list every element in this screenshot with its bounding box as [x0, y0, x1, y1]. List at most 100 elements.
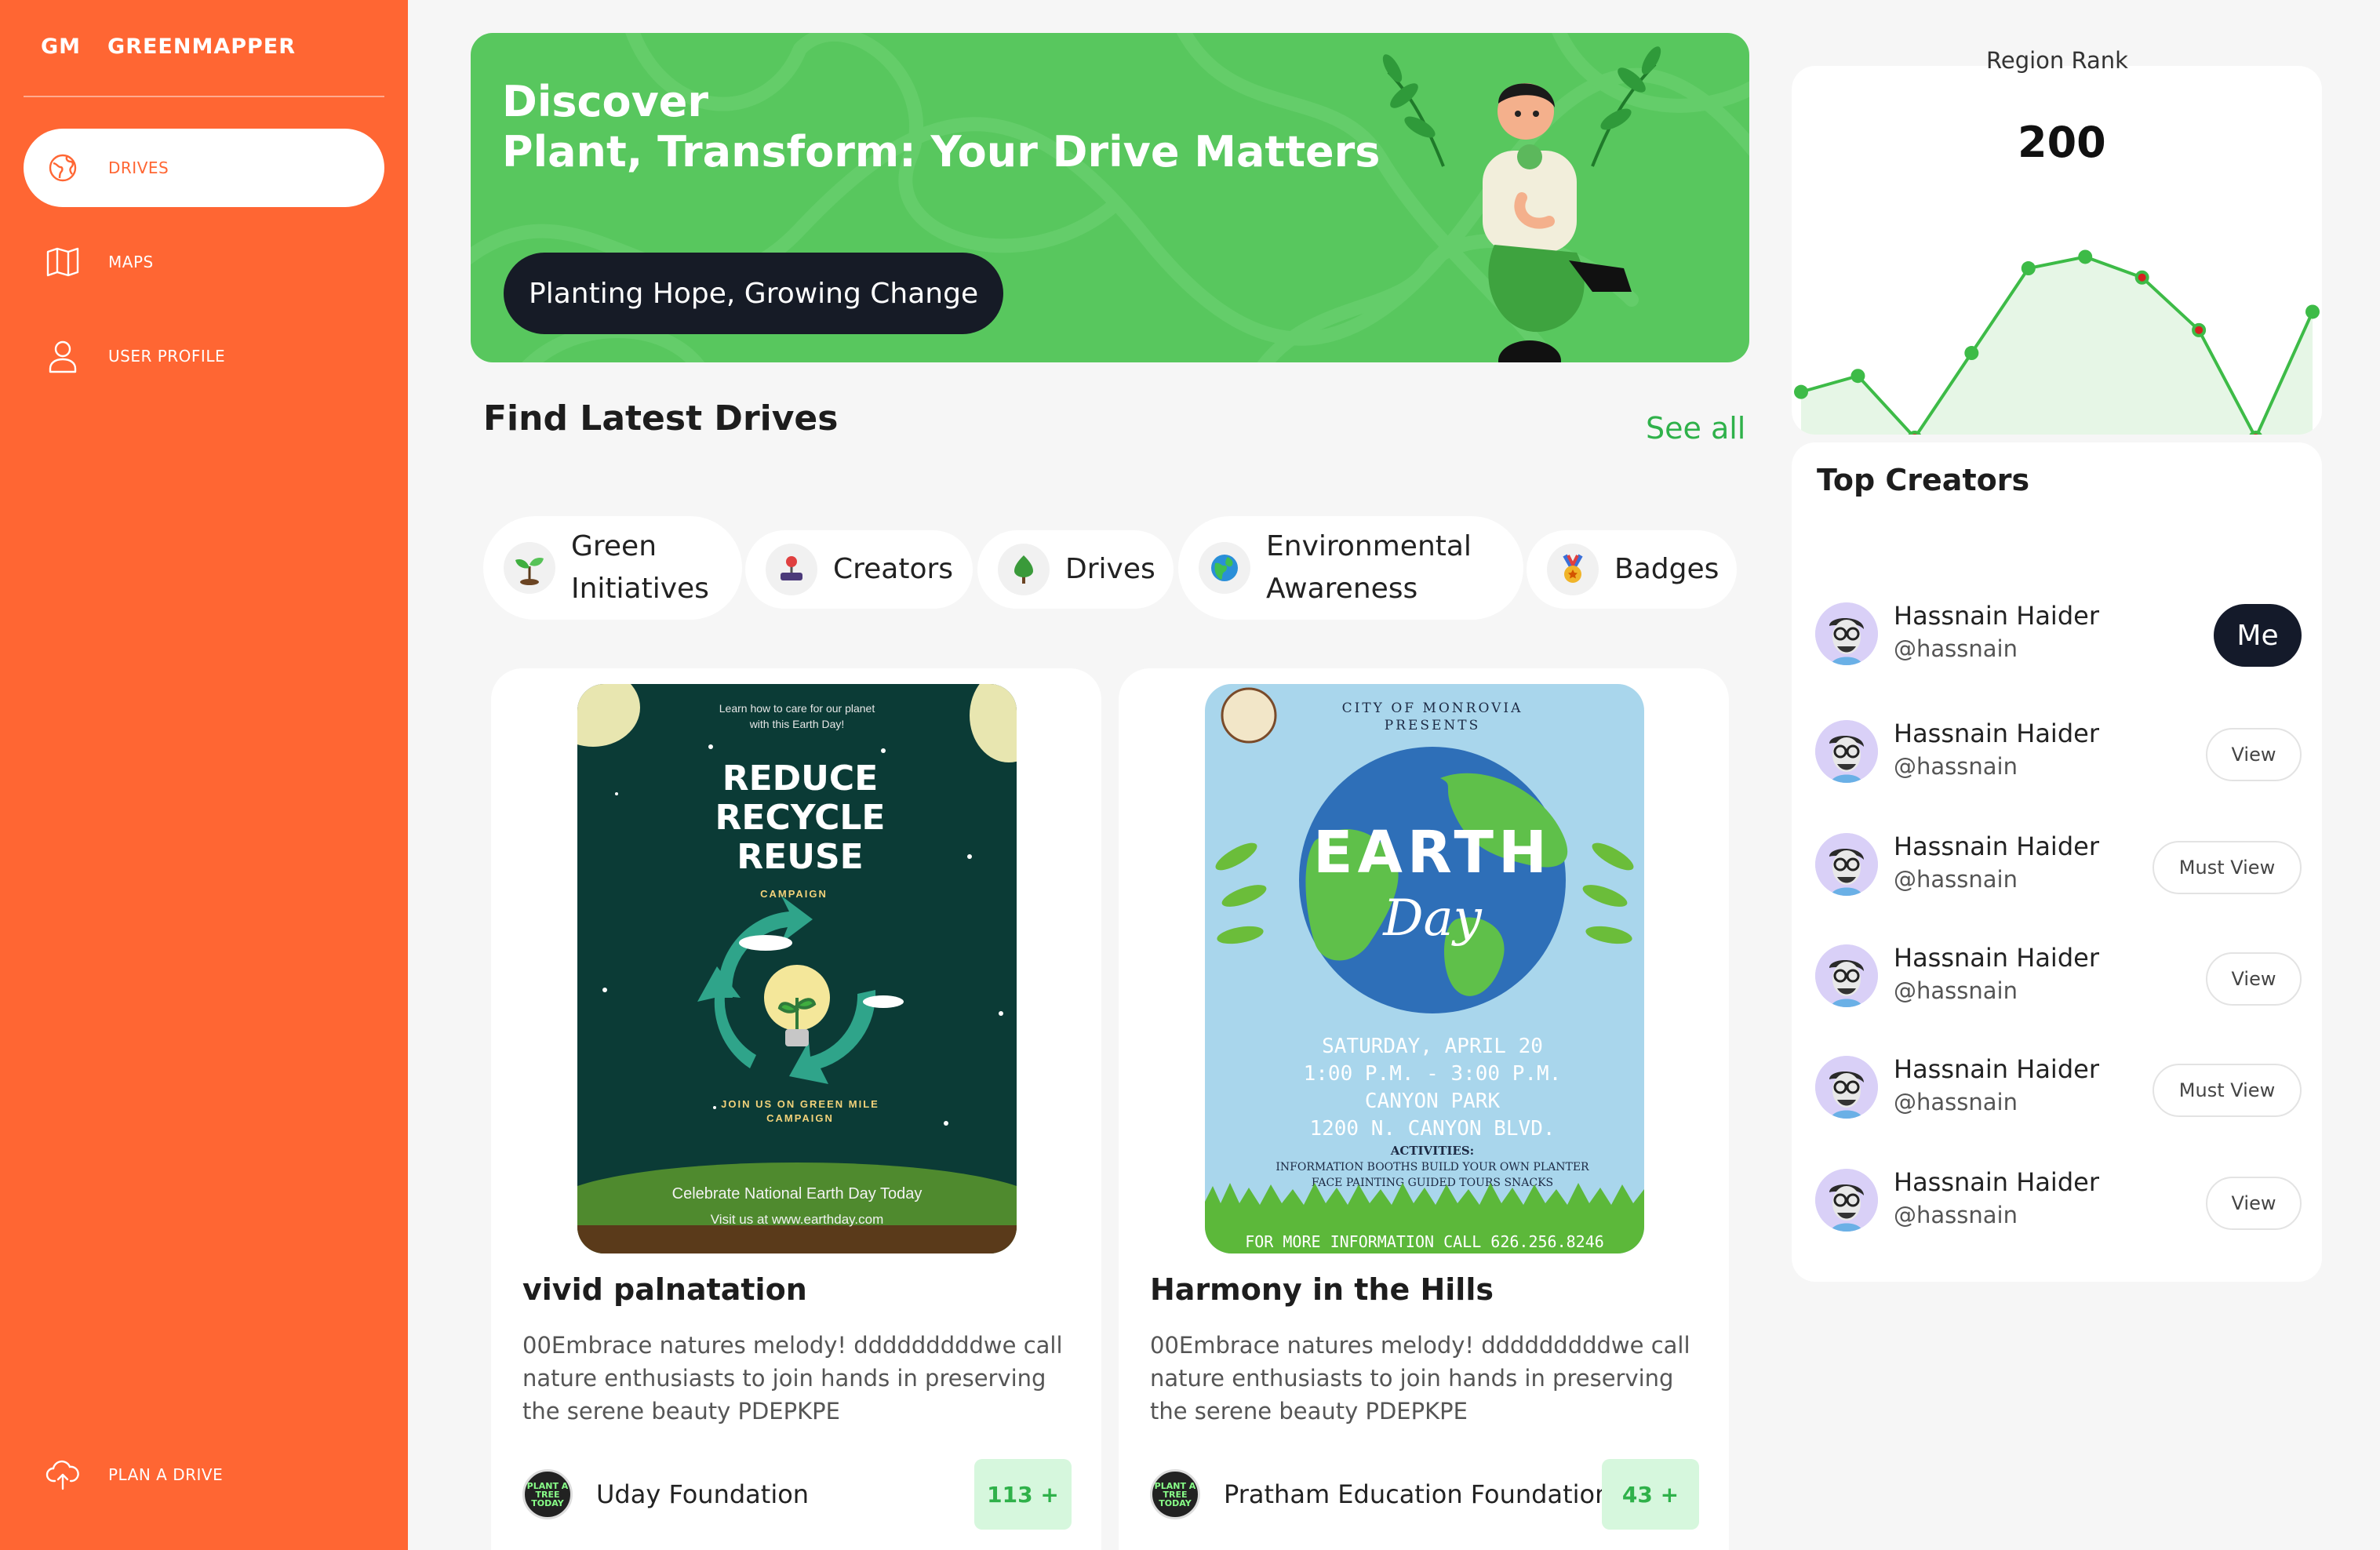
- drive-card[interactable]: Learn how to care for our planet with th…: [491, 668, 1101, 1550]
- sidebar-item-label: PLAN A DRIVE: [108, 1465, 224, 1484]
- poster-activities-2: FACE PAINTING GUIDED TOURS SNACKS: [1312, 1177, 1553, 1189]
- category-badges[interactable]: Badges: [1527, 530, 1737, 609]
- creator-handle: @hassnain: [1894, 866, 2018, 893]
- rank-point[interactable]: [2192, 322, 2207, 337]
- drive-poster-image: CITY OF MONROVIA PRESENTS EARTH Day SATU…: [1205, 684, 1644, 1253]
- creator-name[interactable]: Hassnain Haider: [1894, 719, 2099, 748]
- poster-activities-1: INFORMATION BOOTHS BUILD YOUR OWN PLANTE…: [1276, 1161, 1589, 1173]
- poster-address: 1200 N. CANYON BLVD.: [1309, 1117, 1555, 1141]
- top-creators-heading: Top Creators: [1817, 463, 2030, 497]
- creator-name[interactable]: Hassnain Haider: [1894, 1167, 2099, 1197]
- creator-row[interactable]: Hassnain Haider @hassnain View: [1815, 1161, 2302, 1239]
- sidebar: GM GREENMAPPER DRIVES MAPS USER PROFILE …: [0, 0, 408, 1550]
- poster-headline-2: RECYCLE: [715, 798, 886, 838]
- creator-row[interactable]: Hassnain Haider @hassnain View: [1815, 937, 2302, 1015]
- poster-headline-1: REDUCE: [722, 759, 879, 799]
- find-latest-drives-heading: Find Latest Drives: [483, 398, 839, 438]
- avatar[interactable]: [1815, 720, 1878, 783]
- person-with-plant-illustration: [1382, 46, 1661, 362]
- divider: [24, 96, 384, 97]
- creator-must-button[interactable]: Must View: [2153, 1064, 2302, 1117]
- creator-name[interactable]: Hassnain Haider: [1894, 1054, 2099, 1084]
- avatar[interactable]: [1815, 944, 1878, 1007]
- org-name[interactable]: Uday Foundation: [596, 1479, 809, 1509]
- poster-footer-1: Celebrate National Earth Day Today: [672, 1185, 923, 1203]
- avatar[interactable]: [1815, 1169, 1878, 1232]
- plan-a-drive-button[interactable]: PLAN A DRIVE: [24, 1435, 384, 1514]
- rank-point[interactable]: [2305, 304, 2320, 319]
- participants-count-badge[interactable]: 43 +: [1602, 1459, 1699, 1530]
- org-name[interactable]: Pratham Education Foundation: [1224, 1479, 1610, 1509]
- category-creators[interactable]: Creators: [745, 530, 973, 609]
- avatar[interactable]: [1815, 833, 1878, 896]
- drive-title[interactable]: vivid palnatation: [522, 1272, 807, 1307]
- creator-must-button[interactable]: Must View: [2153, 841, 2302, 894]
- drive-description: 00Embrace natures melody! dddddddddwe ca…: [1150, 1332, 1690, 1424]
- drive-title[interactable]: Harmony in the Hills: [1150, 1272, 1494, 1307]
- drive-footer: PLANT A TREE TODAY Pratham Education Fou…: [1150, 1459, 1699, 1530]
- drive-description: 00Embrace natures melody! dddddddddwe ca…: [522, 1332, 1063, 1424]
- poster-park: CANYON PARK: [1365, 1090, 1501, 1113]
- creator-row[interactable]: Hassnain Haider @hassnain View: [1815, 712, 2302, 791]
- rank-area: [1801, 257, 2313, 435]
- category-label: Environmental Awareness: [1266, 530, 1472, 605]
- creator-row[interactable]: Hassnain Haider @hassnain Must View: [1815, 1048, 2302, 1126]
- rank-point[interactable]: [1794, 384, 1808, 399]
- poster-earth: EARTH: [1313, 819, 1552, 886]
- globe-icon: [41, 152, 85, 184]
- creator-name[interactable]: Hassnain Haider: [1894, 601, 2099, 631]
- earth-icon: [1199, 542, 1250, 594]
- rank-point[interactable]: [2134, 270, 2149, 285]
- avatar[interactable]: [1815, 1056, 1878, 1119]
- creator-row[interactable]: Hassnain Haider @hassnain Must View: [1815, 825, 2302, 904]
- rank-point[interactable]: [2021, 261, 2036, 276]
- cloud-upload-icon: [41, 1457, 85, 1492]
- creator-name[interactable]: Hassnain Haider: [1894, 943, 2099, 973]
- creator-me-button[interactable]: Me: [2214, 604, 2302, 667]
- sidebar-item-drives[interactable]: DRIVES: [24, 129, 384, 207]
- see-all-link[interactable]: See all: [1646, 411, 1745, 446]
- creator-handle: @hassnain: [1894, 1202, 2018, 1228]
- creator-handle: @hassnain: [1894, 635, 2018, 662]
- poster-time: 1:00 P.M. - 3:00 P.M.: [1304, 1062, 1562, 1086]
- rank-point[interactable]: [1964, 346, 1979, 361]
- drive-card[interactable]: CITY OF MONROVIA PRESENTS EARTH Day SATU…: [1119, 668, 1729, 1550]
- creator-handle: @hassnain: [1894, 977, 2018, 1004]
- sidebar-item-user-profile[interactable]: USER PROFILE: [24, 317, 384, 395]
- avatar[interactable]: [1815, 602, 1878, 665]
- poster-presents: PRESENTS: [1385, 718, 1481, 733]
- rank-point[interactable]: [1908, 431, 1921, 435]
- category-label: Drives: [1065, 553, 1155, 585]
- category-label: Badges: [1614, 553, 1719, 585]
- banner-cta-button[interactable]: Planting Hope, Growing Change: [504, 253, 1004, 334]
- participants-count-badge[interactable]: 113 +: [974, 1459, 1072, 1530]
- user-icon: [41, 339, 85, 373]
- creator-handle: @hassnain: [1894, 753, 2018, 780]
- rank-point[interactable]: [1851, 369, 1865, 384]
- creator-view-button[interactable]: View: [2206, 952, 2302, 1006]
- creator-handle: @hassnain: [1894, 1089, 2018, 1115]
- brand[interactable]: GM GREENMAPPER: [41, 35, 296, 59]
- rank-point[interactable]: [2249, 431, 2262, 435]
- category-green-initiatives[interactable]: Green Initiatives: [483, 516, 742, 620]
- poster-sub: CAMPAIGN: [760, 888, 828, 900]
- org-logo: PLANT A TREE TODAY: [522, 1469, 573, 1519]
- creator-name[interactable]: Hassnain Haider: [1894, 831, 2099, 861]
- creator-view-button[interactable]: View: [2206, 1177, 2302, 1230]
- poster-activities-title: ACTIVITIES:: [1390, 1144, 1474, 1158]
- joystick-icon: [766, 544, 817, 595]
- banner-title: Discover Plant, Transform: Your Drive Ma…: [502, 77, 1380, 177]
- rank-point[interactable]: [2078, 249, 2093, 264]
- drive-footer: PLANT A TREE TODAY Uday Foundation 113 +: [522, 1459, 1072, 1530]
- brand-short: GM: [41, 35, 82, 59]
- poster-day: Day: [1382, 890, 1482, 948]
- poster-top-text-1: Learn how to care for our planet: [719, 702, 875, 715]
- sprout-icon: [504, 542, 555, 594]
- poster-headline-3: REUSE: [737, 837, 863, 877]
- category-drives[interactable]: Drives: [977, 530, 1174, 609]
- creator-row[interactable]: Hassnain Haider @hassnain Me: [1815, 595, 2302, 673]
- sidebar-item-maps[interactable]: MAPS: [24, 223, 384, 301]
- poster-join-1: JOIN US ON GREEN MILE: [721, 1098, 879, 1110]
- category-environmental-awareness[interactable]: Environmental Awareness: [1178, 516, 1523, 620]
- creator-view-button[interactable]: View: [2206, 728, 2302, 781]
